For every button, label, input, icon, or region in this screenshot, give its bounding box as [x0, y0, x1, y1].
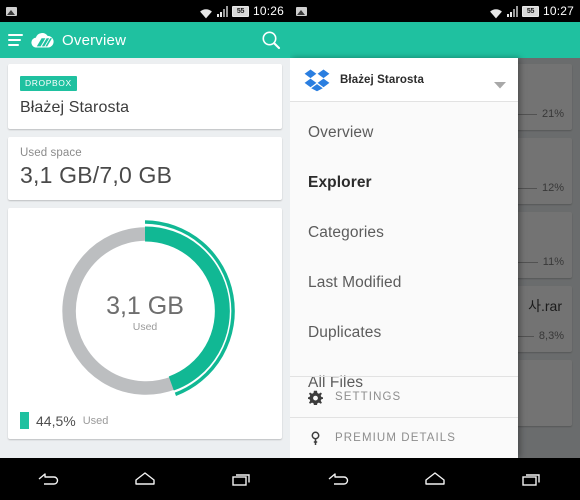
back-arrow-icon[interactable]: [325, 469, 351, 489]
donut-center-value: 3,1 GB: [106, 292, 184, 320]
status-bar-system-icons-right: 55 10:27: [489, 4, 574, 18]
app-bar-overlay: [290, 22, 580, 58]
battery-icon: 55: [521, 5, 539, 17]
dropbox-logo-icon: [304, 68, 330, 92]
status-bar-clock: 10:26: [252, 4, 284, 18]
drawer-item-premium-details[interactable]: PREMIUM DETAILS: [290, 418, 518, 458]
status-bar-right: 55 10:27: [290, 0, 580, 22]
drawer-item-label: Categories: [308, 224, 384, 241]
drawer-item-overview[interactable]: Overview: [290, 108, 518, 158]
signal-bars-icon: [506, 5, 518, 17]
gear-icon: [308, 390, 323, 405]
status-bar-left: 55 10:26: [0, 0, 290, 22]
android-nav-bar-right: [290, 458, 580, 500]
used-space-label: Used space: [20, 147, 82, 159]
account-card[interactable]: DROPBOX Błażej Starosta: [8, 64, 282, 129]
status-bar-system-icons: 55 10:26: [199, 4, 284, 18]
navigation-drawer: Błażej Starosta Overview Explorer Catego…: [290, 58, 518, 458]
status-bar-clock: 10:27: [542, 4, 574, 18]
provider-badge: DROPBOX: [20, 76, 77, 91]
phone-explorer-drawer-screen: 55 10:27 Explorer: [290, 0, 580, 500]
cloud-logo-icon: [29, 31, 55, 49]
legend-label: Used: [82, 414, 109, 427]
used-space-value: 3,1 GB/7,0 GB: [20, 162, 173, 188]
drawer-account-name: Błażej Starosta: [340, 73, 424, 86]
drawer-item-label: Explorer: [308, 174, 372, 191]
drawer-menu: Overview Explorer Categories Last Modifi…: [290, 102, 518, 408]
wifi-icon: [489, 6, 503, 18]
signal-bars-icon: [216, 5, 228, 17]
used-space-card[interactable]: Used space 3,1 GB/7,0 GB: [8, 137, 282, 200]
status-bar-notifications-right: [296, 6, 489, 16]
battery-icon: 55: [231, 5, 249, 17]
donut-center-label: Used: [133, 321, 158, 333]
drawer-account-header[interactable]: Błażej Starosta: [290, 58, 518, 102]
drawer-item-categories[interactable]: Categories: [290, 208, 518, 258]
drawer-footer-label: SETTINGS: [335, 391, 402, 403]
wifi-icon: [199, 6, 213, 18]
home-icon[interactable]: [422, 469, 448, 489]
drawer-item-settings[interactable]: SETTINGS: [290, 377, 518, 417]
drawer-item-explorer[interactable]: Explorer: [290, 158, 518, 208]
donut-chart-svg: 3,1 GB Used: [62, 220, 235, 396]
drawer-item-label: Duplicates: [308, 324, 382, 341]
recents-icon[interactable]: [519, 469, 545, 489]
drawer-item-duplicates[interactable]: Duplicates: [290, 308, 518, 358]
search-icon[interactable]: [260, 29, 282, 51]
photo-icon: [6, 6, 17, 16]
chart-legend: 44,5% Used: [8, 406, 282, 439]
home-icon[interactable]: [132, 469, 158, 489]
photo-icon: [296, 6, 307, 16]
legend-percent: 44,5%: [36, 412, 76, 429]
hamburger-menu-icon[interactable]: [8, 34, 23, 46]
recents-icon[interactable]: [229, 469, 255, 489]
drawer-item-last-modified[interactable]: Last Modified: [290, 258, 518, 308]
status-bar-notifications: [6, 6, 199, 16]
drawer-item-label: Last Modified: [308, 274, 402, 291]
drawer-item-label: Overview: [308, 124, 374, 141]
account-name: Błażej Starosta: [20, 99, 130, 116]
android-nav-bar-left: [0, 458, 290, 500]
dual-phone-screenshot: 55 10:26 Overview DROPBOX Błażej Starost…: [0, 0, 580, 500]
phone-overview-screen: 55 10:26 Overview DROPBOX Błażej Starost…: [0, 0, 290, 500]
overview-content: DROPBOX Błażej Starosta Used space 3,1 G…: [0, 58, 290, 458]
drawer-footer-label: PREMIUM DETAILS: [335, 432, 457, 444]
drawer-footer: SETTINGS PREMIUM DETAILS: [290, 376, 518, 458]
storage-chart-card[interactable]: 3,1 GB Used 44,5% Used: [8, 208, 282, 439]
app-bar-left: Overview: [0, 22, 290, 58]
donut-chart: 3,1 GB Used: [8, 216, 282, 406]
key-icon: [311, 431, 320, 445]
back-arrow-icon[interactable]: [35, 469, 61, 489]
page-title: Overview: [62, 31, 127, 49]
legend-swatch-used: [20, 412, 29, 429]
chevron-down-icon[interactable]: [494, 76, 506, 88]
